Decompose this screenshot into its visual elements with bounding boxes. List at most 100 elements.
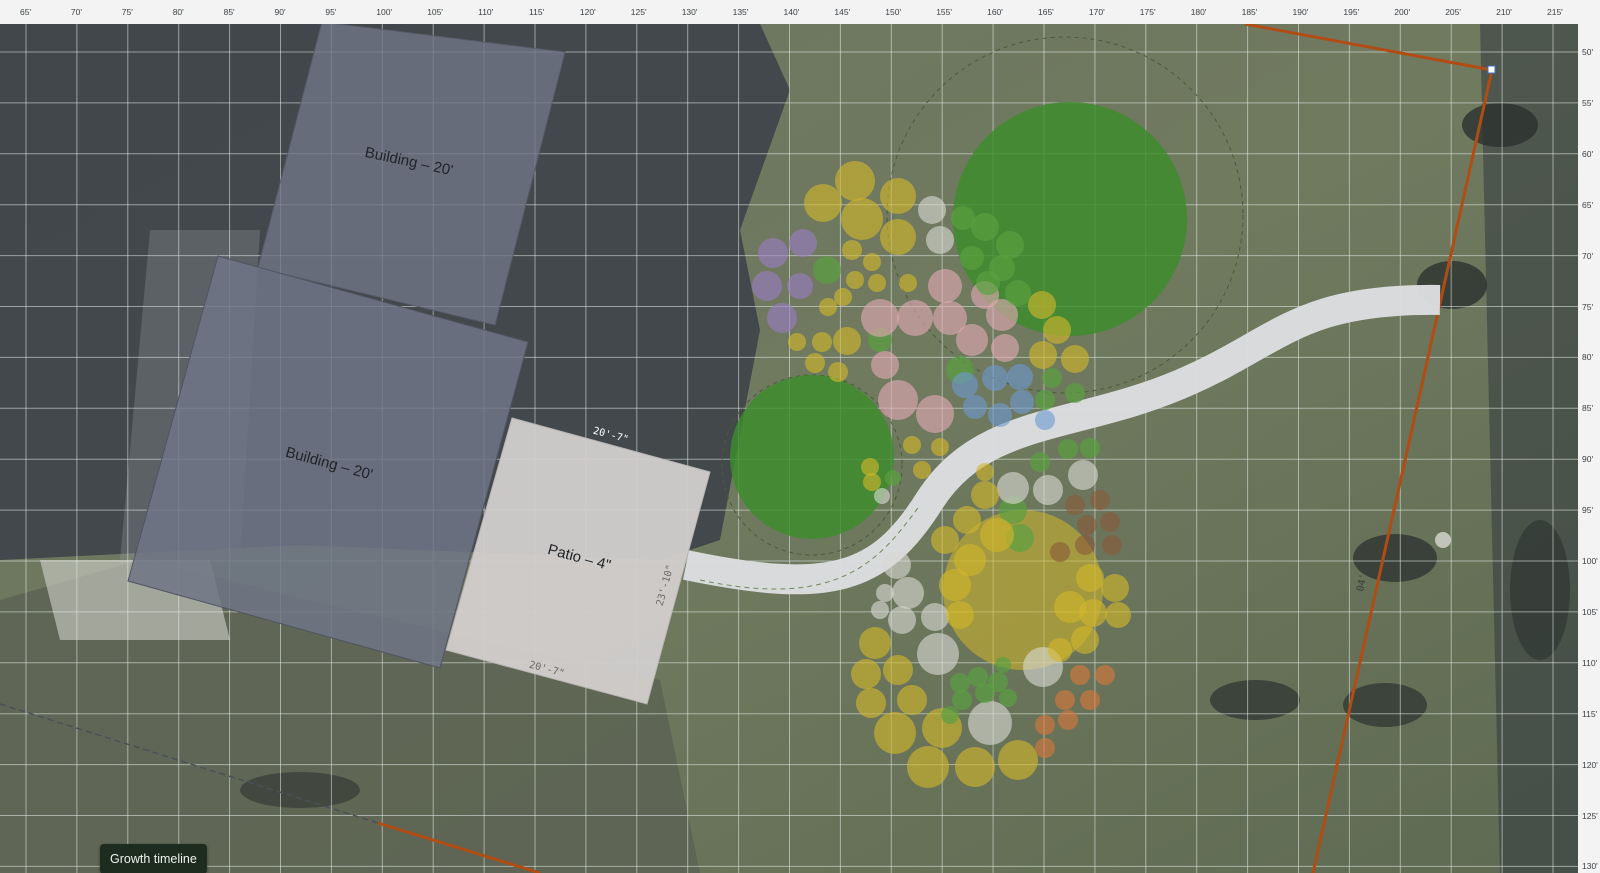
shrub-purple-plant[interactable] xyxy=(752,271,782,301)
shrub-yellow-plant[interactable] xyxy=(1029,341,1057,369)
shrub-yellow-plant[interactable] xyxy=(863,253,881,271)
shrub-orange-plant[interactable] xyxy=(1080,690,1100,710)
shrub-green-plant[interactable] xyxy=(885,470,901,486)
shrub-white-plant[interactable] xyxy=(892,577,924,609)
shrub-yellow-plant[interactable] xyxy=(907,746,949,788)
shrub-pink-plant[interactable] xyxy=(871,351,899,379)
shrub-green-plant[interactable] xyxy=(1065,383,1085,403)
shrub-white-plant[interactable] xyxy=(917,633,959,675)
shrub-green-plant[interactable] xyxy=(941,706,959,724)
shrub-yellow-plant[interactable] xyxy=(835,161,875,201)
shrub-yellow-plant[interactable] xyxy=(880,219,916,255)
shrub-green-plant[interactable] xyxy=(975,683,995,703)
shrub-yellow-plant[interactable] xyxy=(788,333,806,351)
shrub-yellow-plant[interactable] xyxy=(805,353,825,373)
shrub-yellow-plant[interactable] xyxy=(955,747,995,787)
shrub-green-plant[interactable] xyxy=(1005,280,1031,306)
shrub-yellow-plant[interactable] xyxy=(804,184,842,222)
shrub-pink-plant[interactable] xyxy=(878,380,918,420)
shrub-yellow-plant[interactable] xyxy=(1105,602,1131,628)
shrub-yellow-plant[interactable] xyxy=(939,569,971,601)
shrub-green-plant[interactable] xyxy=(1035,390,1055,410)
shrub-orange-plant[interactable] xyxy=(1058,710,1078,730)
shrub-white-plant[interactable] xyxy=(926,226,954,254)
shrub-yellow-plant[interactable] xyxy=(868,274,886,292)
shrub-pink-plant[interactable] xyxy=(956,324,988,356)
shrub-brown-plant[interactable] xyxy=(1102,535,1122,555)
shrub-yellow-plant[interactable] xyxy=(903,436,921,454)
shrub-white-plant[interactable] xyxy=(1033,475,1063,505)
shrub-purple-plant[interactable] xyxy=(758,238,788,268)
shrub-orange-plant[interactable] xyxy=(1035,715,1055,735)
shrub-yellow-plant[interactable] xyxy=(899,274,917,292)
shrub-white-plant[interactable] xyxy=(968,701,1012,745)
shrub-yellow-plant[interactable] xyxy=(874,712,916,754)
shrub-yellow-plant[interactable] xyxy=(828,362,848,382)
shrub-purple-plant[interactable] xyxy=(787,273,813,299)
shrub-yellow-plant[interactable] xyxy=(851,659,881,689)
shrub-green-plant[interactable] xyxy=(976,271,1000,295)
shrub-yellow-plant[interactable] xyxy=(1076,564,1104,592)
shrub-yellow-plant[interactable] xyxy=(859,627,891,659)
shrub-yellow-plant[interactable] xyxy=(953,506,981,534)
shrub-brown-plant[interactable] xyxy=(1075,535,1095,555)
shrub-brown-plant[interactable] xyxy=(1077,515,1097,535)
shrub-yellow-plant[interactable] xyxy=(1079,599,1107,627)
shrub-green-plant[interactable] xyxy=(813,256,841,284)
shrub-blue-plant[interactable] xyxy=(988,403,1012,427)
shrub-green-plant[interactable] xyxy=(1042,368,1062,388)
shrub-yellow-plant[interactable] xyxy=(841,198,883,240)
shrub-orange-plant[interactable] xyxy=(1070,665,1090,685)
shrub-white-plant[interactable] xyxy=(921,603,949,631)
shrub-green-plant[interactable] xyxy=(950,673,970,693)
shrub-yellow-plant[interactable] xyxy=(1101,574,1129,602)
shrub-yellow-plant[interactable] xyxy=(883,655,913,685)
shrub-yellow-plant[interactable] xyxy=(842,240,862,260)
shrub-pink-plant[interactable] xyxy=(991,334,1019,362)
shrub-white-plant[interactable] xyxy=(1068,460,1098,490)
shrub-green-plant[interactable] xyxy=(960,246,984,270)
shrub-yellow-plant[interactable] xyxy=(971,481,999,509)
shrub-yellow-plant[interactable] xyxy=(1043,316,1071,344)
shrub-brown-plant[interactable] xyxy=(1050,542,1070,562)
shrub-blue-plant[interactable] xyxy=(963,395,987,419)
shrub-blue-plant[interactable] xyxy=(1010,390,1034,414)
shrub-white-plant[interactable] xyxy=(876,584,894,602)
shrub-yellow-plant[interactable] xyxy=(819,298,837,316)
shrub-green-plant[interactable] xyxy=(1030,452,1050,472)
shrub-yellow-plant[interactable] xyxy=(846,271,864,289)
shrub-green-plant[interactable] xyxy=(952,690,972,710)
shrub-pink-plant[interactable] xyxy=(928,269,962,303)
shrub-yellow-plant[interactable] xyxy=(931,526,959,554)
shrub-yellow-plant[interactable] xyxy=(1061,345,1089,373)
boundary-vertex-handle[interactable] xyxy=(1487,65,1496,74)
shrub-yellow-plant[interactable] xyxy=(913,461,931,479)
shrub-blue-plant[interactable] xyxy=(982,365,1008,391)
shrub-brown-plant[interactable] xyxy=(1065,495,1085,515)
shrub-yellow-plant[interactable] xyxy=(1071,626,1099,654)
shrub-pink-plant[interactable] xyxy=(861,299,899,337)
shrub-purple-plant[interactable] xyxy=(767,303,797,333)
shrub-orange-plant[interactable] xyxy=(1095,665,1115,685)
shrub-brown-plant[interactable] xyxy=(1100,512,1120,532)
shrub-white-plant[interactable] xyxy=(997,472,1029,504)
shrub-green-plant[interactable] xyxy=(999,689,1017,707)
growth-timeline-button[interactable]: Growth timeline xyxy=(100,844,207,873)
shrub-blue-plant[interactable] xyxy=(1035,410,1055,430)
shrub-pink-plant[interactable] xyxy=(897,300,933,336)
shrub-yellow-plant[interactable] xyxy=(863,473,881,491)
shrub-orange-plant[interactable] xyxy=(1055,690,1075,710)
shrub-pink-plant[interactable] xyxy=(916,395,954,433)
shrub-yellow-plant[interactable] xyxy=(946,601,974,629)
shrub-white-plant[interactable] xyxy=(874,488,890,504)
shrub-green-plant[interactable] xyxy=(995,657,1011,673)
shrub-white-plant[interactable] xyxy=(871,601,889,619)
shrub-yellow-plant[interactable] xyxy=(812,332,832,352)
shrub-green-plant[interactable] xyxy=(971,213,999,241)
shrub-blue-plant[interactable] xyxy=(1007,364,1033,390)
shrub-yellow-plant[interactable] xyxy=(834,288,852,306)
shrub-blue-plant[interactable] xyxy=(952,372,978,398)
shrub-purple-plant[interactable] xyxy=(789,229,817,257)
shrub-yellow-plant[interactable] xyxy=(1028,291,1056,319)
shrub-orange-plant[interactable] xyxy=(1035,738,1055,758)
